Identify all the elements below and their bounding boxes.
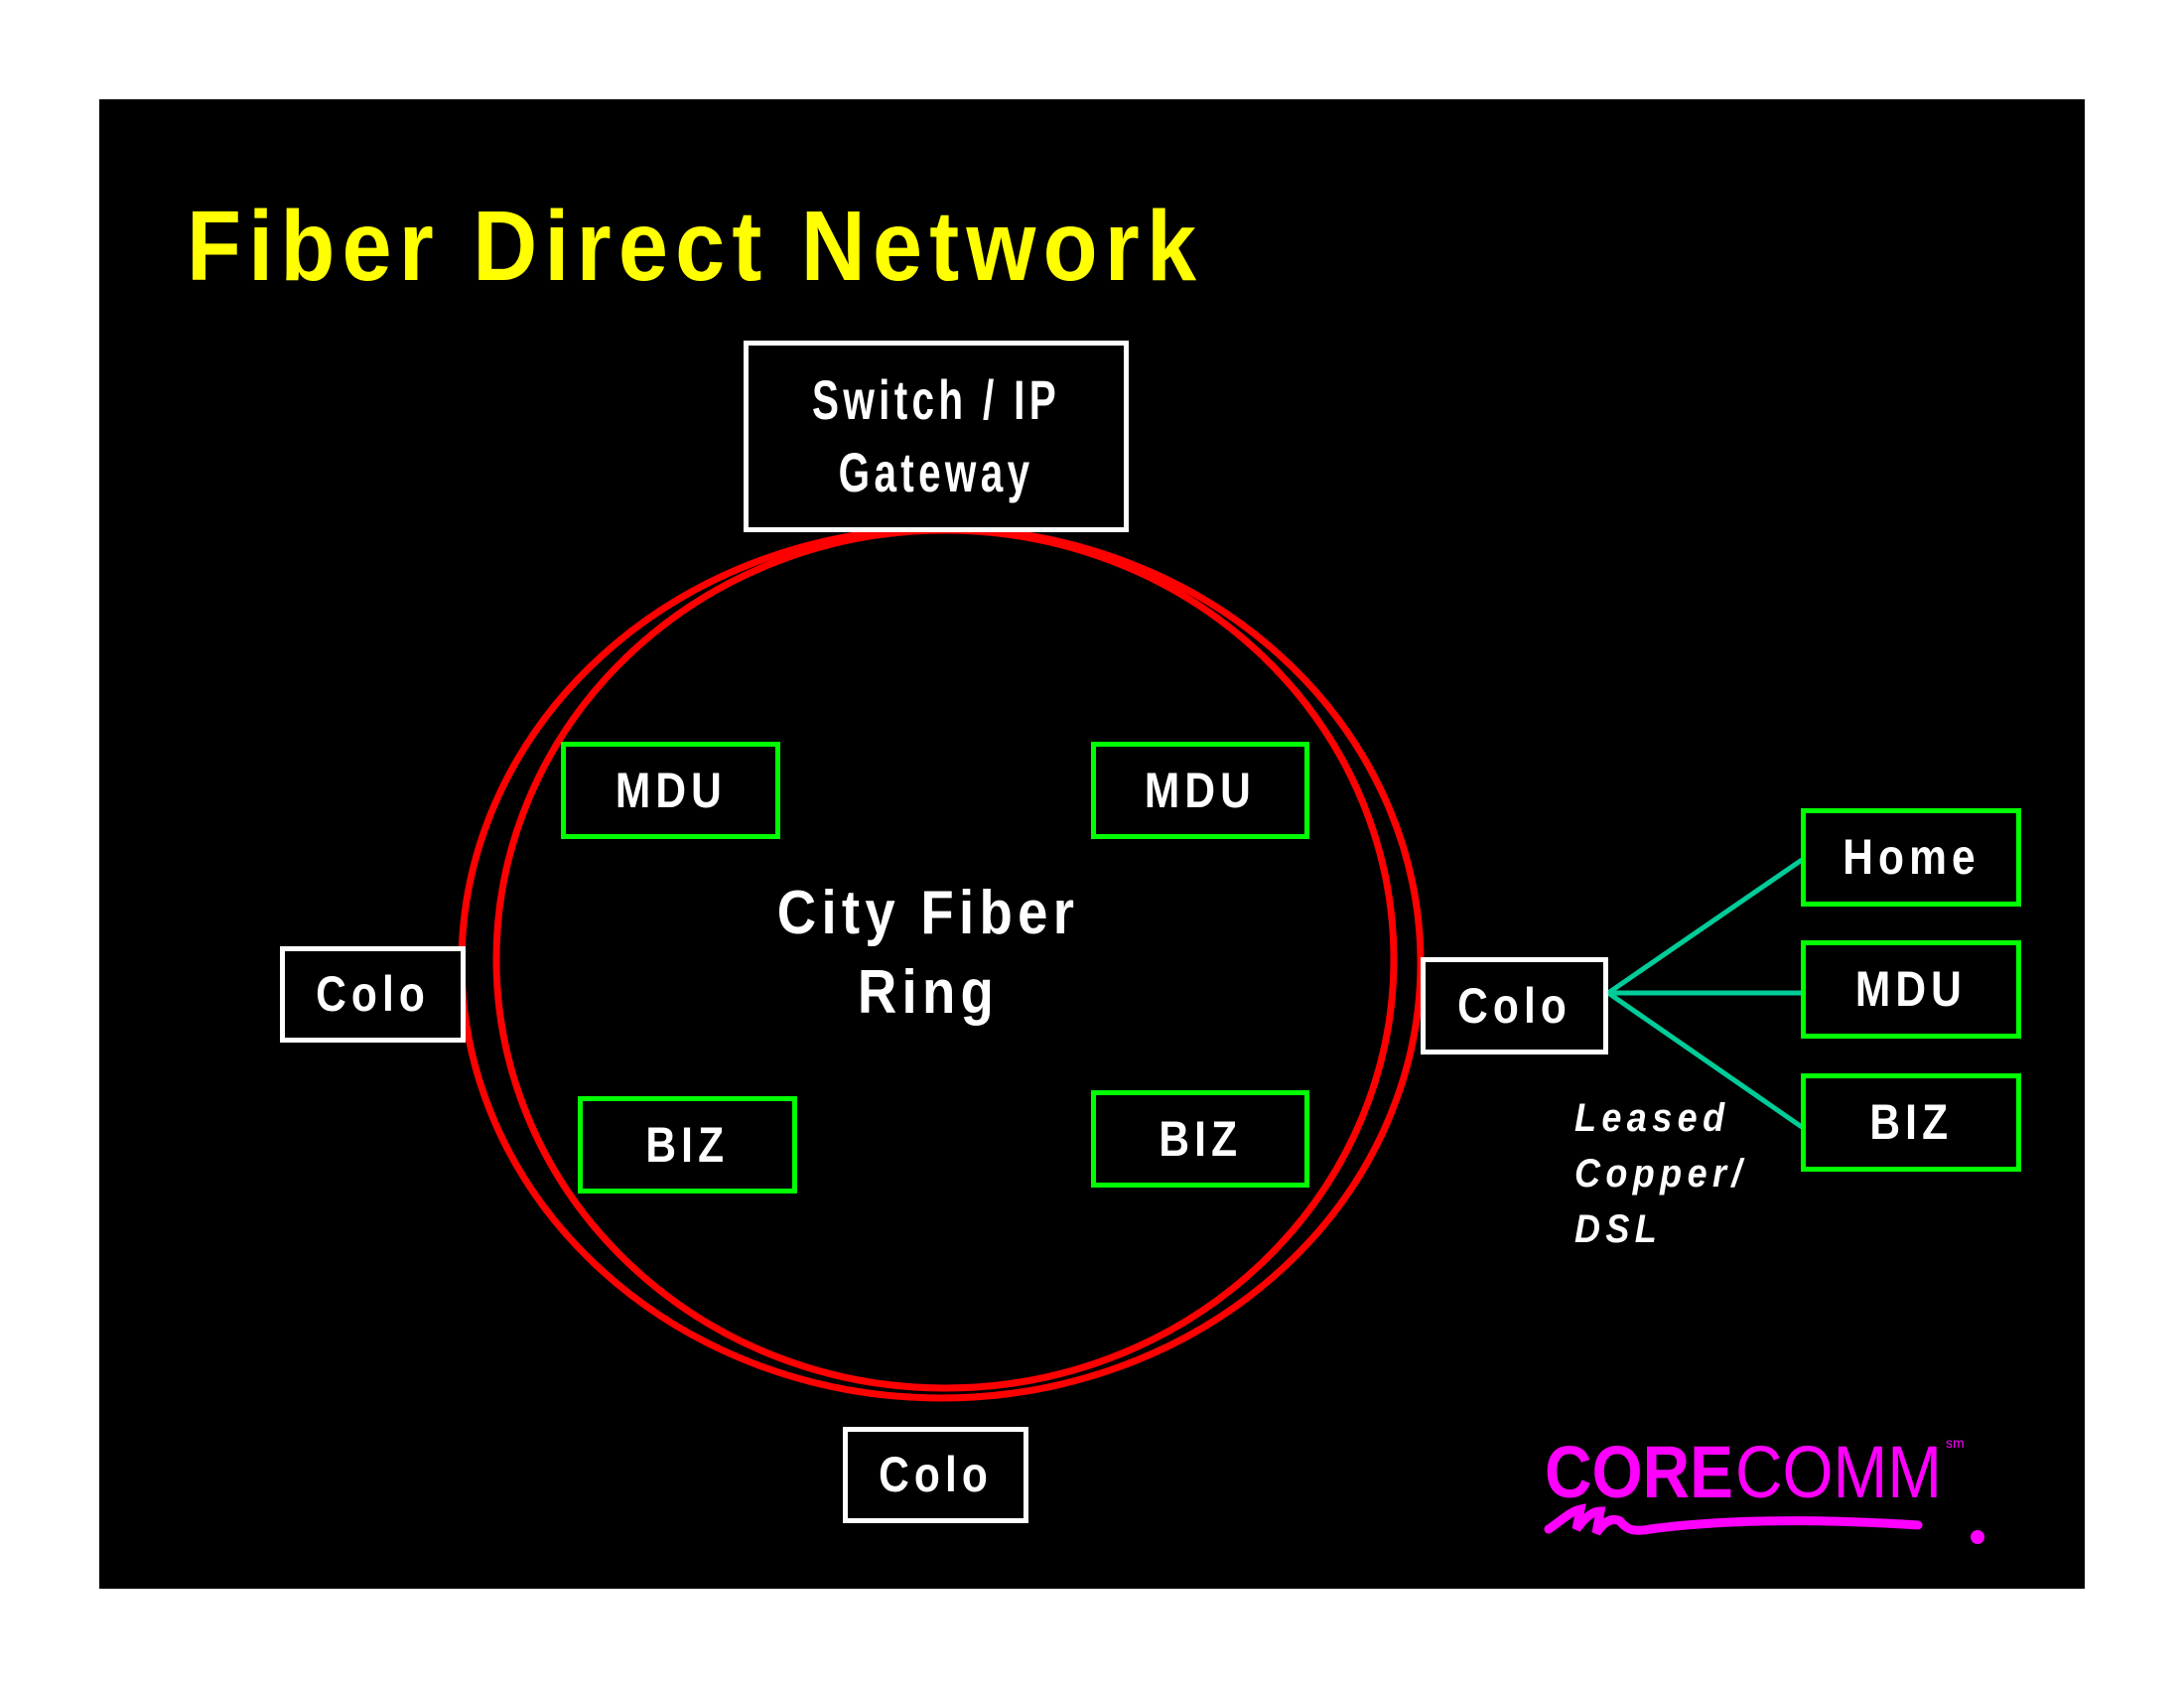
- gateway-label-line2: Gateway: [838, 440, 1034, 503]
- leased-line2: Copper/: [1574, 1152, 1747, 1196]
- ring-label-line1: City Fiber: [776, 879, 1080, 947]
- colo-node-bottom: Colo: [843, 1427, 1028, 1523]
- mdu-node-right: MDU: [1091, 742, 1309, 839]
- biz-right-label: BIZ: [1159, 1110, 1242, 1167]
- colo-left-label: Colo: [316, 966, 430, 1022]
- mdu-left-label: MDU: [614, 762, 727, 818]
- mdu-node-left: MDU: [561, 742, 780, 839]
- colo-right-label: Colo: [1457, 977, 1571, 1034]
- leased-copper-dsl-label: Leased Copper/ DSL: [1574, 1090, 1766, 1257]
- biz-node-left: BIZ: [578, 1096, 797, 1194]
- leased-line3: DSL: [1574, 1207, 1663, 1251]
- logo-core-text: CORE: [1545, 1431, 1733, 1513]
- logo-dot: [1971, 1530, 1984, 1544]
- colo-bottom-label: Colo: [879, 1447, 993, 1502]
- biz-left-label: BIZ: [645, 1116, 730, 1173]
- colo-node-right: Colo: [1421, 957, 1608, 1055]
- biz-branch-label: BIZ: [1869, 1094, 1953, 1150]
- mdu-node-branch: MDU: [1801, 940, 2021, 1039]
- mdu-right-label: MDU: [1144, 762, 1257, 818]
- colo-node-left: Colo: [280, 946, 466, 1043]
- corecomm-logo: CORE COMM sm: [1544, 1431, 1984, 1544]
- ring-label-line2: Ring: [857, 958, 1000, 1027]
- biz-node-right: BIZ: [1091, 1090, 1309, 1188]
- leased-line1: Leased: [1574, 1096, 1730, 1140]
- gateway-label-line1: Switch / IP: [811, 367, 1061, 431]
- logo-service-mark: sm: [1946, 1435, 1965, 1451]
- home-node: Home: [1801, 808, 2021, 907]
- biz-node-branch: BIZ: [1801, 1073, 2021, 1172]
- city-fiber-ring-label: City Fiber Ring: [695, 874, 1161, 1033]
- copper-link-home: [1606, 857, 1804, 996]
- logo-comm-text: COMM: [1735, 1431, 1942, 1513]
- home-label: Home: [1842, 829, 1980, 885]
- switch-ip-gateway-node: Switch / IP Gateway: [744, 341, 1129, 532]
- mdu-branch-label: MDU: [1854, 961, 1968, 1017]
